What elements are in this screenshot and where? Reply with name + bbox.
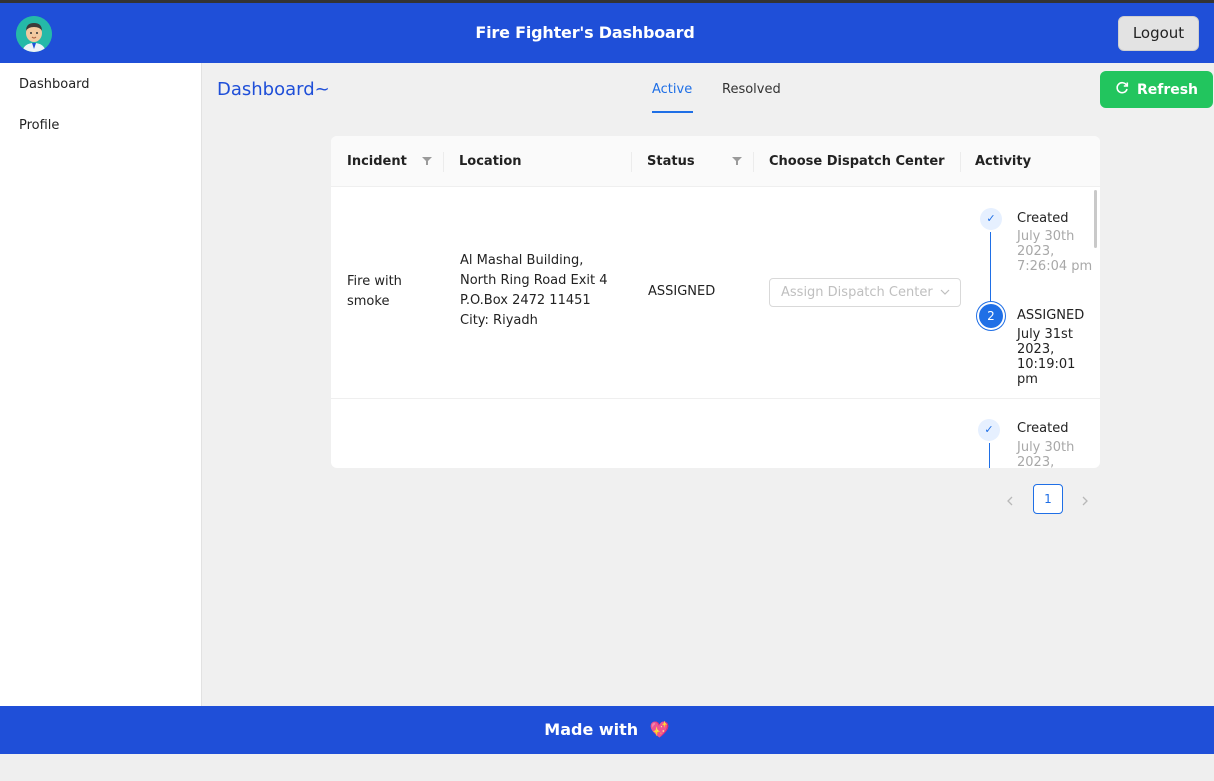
dispatch-center-select[interactable]: Assign Dispatch Center [769, 278, 961, 307]
sidebar-item-dashboard[interactable]: Dashboard [19, 77, 90, 92]
status-cell: ASSIGNED [648, 284, 716, 299]
tab-active[interactable]: Active [652, 82, 692, 97]
header-bar: Fire Fighter's Dashboard Logout [0, 3, 1214, 63]
tab-resolved[interactable]: Resolved [722, 82, 781, 97]
table-header: Incident Location Status Choose Dispatch… [331, 136, 1100, 187]
column-header-location: Location [459, 154, 522, 169]
active-tab-indicator [652, 111, 693, 113]
timeline-connector [989, 443, 990, 468]
timeline-event-date: July 31st 2023, 10:19:01 pm [1017, 327, 1076, 387]
timeline-event-label: Created [1017, 211, 1069, 226]
logout-button[interactable]: Logout [1118, 16, 1199, 51]
incidents-table: Incident Location Status Choose Dispatch… [331, 136, 1100, 468]
sidebar-item-profile[interactable]: Profile [19, 118, 59, 133]
check-icon: ✓ [978, 419, 1000, 441]
sidebar: Dashboard Profile [0, 63, 202, 706]
header-title: Fire Fighter's Dashboard [475, 23, 695, 42]
refresh-label: Refresh [1136, 81, 1199, 98]
location-cell: Al Mashal Building, North Ring Road Exit… [460, 253, 608, 328]
filter-icon[interactable] [422, 156, 432, 166]
column-header-incident: Incident [347, 154, 407, 169]
column-divider [960, 152, 961, 172]
heart-icon: 💖 [649, 720, 670, 739]
column-header-dispatch-center: Choose Dispatch Center [769, 154, 945, 169]
pagination-page[interactable]: 1 [1033, 484, 1063, 514]
refresh-button[interactable]: Refresh [1100, 71, 1213, 108]
column-divider [753, 152, 754, 172]
chevron-left-icon[interactable] [1005, 494, 1015, 512]
timeline-event-date: July 30th 2023, 7:26:04 pm [1017, 229, 1093, 274]
chevron-down-icon [940, 279, 950, 316]
row-divider [331, 398, 1100, 399]
incident-cell: Fire with smoke [347, 274, 402, 309]
check-icon: ✓ [980, 208, 1002, 230]
refresh-icon [1115, 81, 1129, 99]
page-title: Dashboard~ [217, 79, 330, 100]
chevron-right-icon[interactable] [1080, 494, 1090, 512]
footer-text: Made with [544, 720, 639, 739]
timeline-event-date: July 30th 2023, [1017, 440, 1075, 468]
scrollbar-thumb[interactable] [1094, 190, 1097, 248]
column-header-status: Status [647, 154, 695, 169]
column-header-activity: Activity [975, 154, 1032, 169]
footer: Made with 💖 [0, 706, 1214, 754]
timeline-event-label: ASSIGNED [1017, 308, 1085, 323]
filter-icon[interactable] [732, 156, 742, 166]
dispatch-center-placeholder: Assign Dispatch Center [781, 285, 933, 300]
column-divider [443, 152, 444, 172]
timeline-connector [990, 232, 991, 304]
column-divider [631, 152, 632, 172]
timeline-step-number: 2 [979, 304, 1003, 328]
timeline-event-label: Created [1017, 421, 1069, 436]
bottom-bar [0, 754, 1214, 781]
